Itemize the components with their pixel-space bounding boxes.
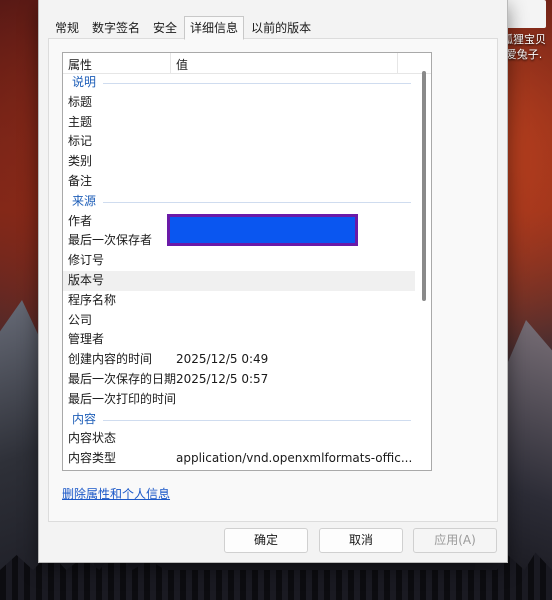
group-divider (103, 419, 411, 421)
group-header: 来源 (63, 192, 415, 212)
table-row[interactable]: 备注 (63, 172, 415, 192)
group-label: 内容 (72, 411, 97, 426)
property-name: 备注 (68, 173, 93, 188)
tab-previous-versions[interactable]: 以前的版本 (245, 16, 317, 39)
table-row[interactable]: 程序名称 (63, 291, 415, 311)
property-name: 版本号 (68, 272, 105, 287)
property-name: 标记 (68, 134, 93, 149)
table-row[interactable]: 最后一次打印的时间 (63, 390, 415, 410)
column-separator[interactable] (397, 53, 398, 73)
property-name: 内容类型 (68, 451, 117, 466)
table-row[interactable]: 内容类型 application/vnd.openxmlformats-offic… (63, 449, 415, 469)
property-name: 类别 (68, 154, 93, 169)
group-label: 来源 (72, 193, 97, 208)
redaction-box (167, 214, 358, 246)
property-name: 最后一次打印的时间 (68, 391, 177, 406)
cancel-button[interactable]: 取消 (319, 528, 403, 553)
table-row[interactable]: 版本号 (63, 270, 415, 291)
list-header: 属性 值 (63, 53, 431, 74)
property-name: 修订号 (68, 253, 105, 268)
property-value: 2025/12/5 0:49 (176, 352, 269, 367)
table-row[interactable]: 标题 (63, 93, 415, 113)
table-row[interactable]: 创建内容的时间 2025/12/5 0:49 (63, 350, 415, 370)
property-value: 2025/12/5 0:57 (176, 371, 269, 386)
tab-general[interactable]: 常规 (49, 16, 85, 39)
property-rows: 说明标题主题标记类别备注来源作者最后一次保存者 修订号版本号程序名称公司管理者创建… (63, 73, 415, 469)
property-name: 标题 (68, 94, 93, 109)
vertical-scrollbar[interactable] (422, 71, 426, 301)
remove-properties-link[interactable]: 删除属性和个人信息 (62, 485, 170, 502)
property-name: 主题 (68, 114, 93, 129)
property-name: 作者 (68, 213, 93, 228)
tab-digital-signatures[interactable]: 数字签名 (86, 16, 146, 39)
tab-security[interactable]: 安全 (147, 16, 183, 39)
desktop-file-icon[interactable] (506, 0, 546, 28)
property-name: 程序名称 (68, 292, 117, 307)
table-row[interactable]: 内容状态 (63, 429, 415, 449)
property-name: 最后一次保存的日期 (68, 371, 177, 386)
table-row[interactable]: 修订号 (63, 251, 415, 271)
tab-details[interactable]: 详细信息 (184, 16, 245, 40)
property-name: 最后一次保存者 (68, 233, 153, 248)
column-separator[interactable] (170, 53, 171, 73)
property-name: 内容状态 (68, 431, 117, 446)
property-name: 管理者 (68, 332, 105, 347)
property-name: 公司 (68, 312, 93, 327)
column-header-property[interactable]: 属性 (68, 56, 92, 73)
table-row[interactable]: 主题 (63, 113, 415, 133)
tab-strip: 常规 数字签名 安全 详细信息 以前的版本 (49, 16, 318, 40)
property-list[interactable]: 属性 值 说明标题主题标记类别备注来源作者最后一次保存者 修订号版本号程序名称公司… (62, 52, 432, 471)
property-name: 创建内容的时间 (68, 352, 153, 367)
group-header: 说明 (63, 73, 415, 93)
table-row[interactable]: 类别 (63, 152, 415, 172)
property-value: application/vnd.openxmlformats-offic... (176, 451, 413, 466)
ok-button[interactable]: 确定 (224, 528, 308, 553)
group-header: 内容 (63, 410, 415, 430)
group-divider (103, 201, 411, 203)
table-row[interactable]: 公司 (63, 311, 415, 331)
table-row[interactable]: 最后一次保存的日期 2025/12/5 0:57 (63, 370, 415, 390)
table-row[interactable]: 管理者 (63, 330, 415, 350)
group-divider (103, 83, 411, 84)
column-header-value[interactable]: 值 (176, 56, 188, 73)
properties-dialog: 常规 数字签名 安全 详细信息 以前的版本 属性 值 说明标题主题标记类别备注来… (38, 0, 508, 563)
apply-button[interactable]: 应用(A) (413, 528, 497, 553)
table-row[interactable]: 标记 (63, 132, 415, 152)
group-label: 说明 (72, 75, 97, 89)
